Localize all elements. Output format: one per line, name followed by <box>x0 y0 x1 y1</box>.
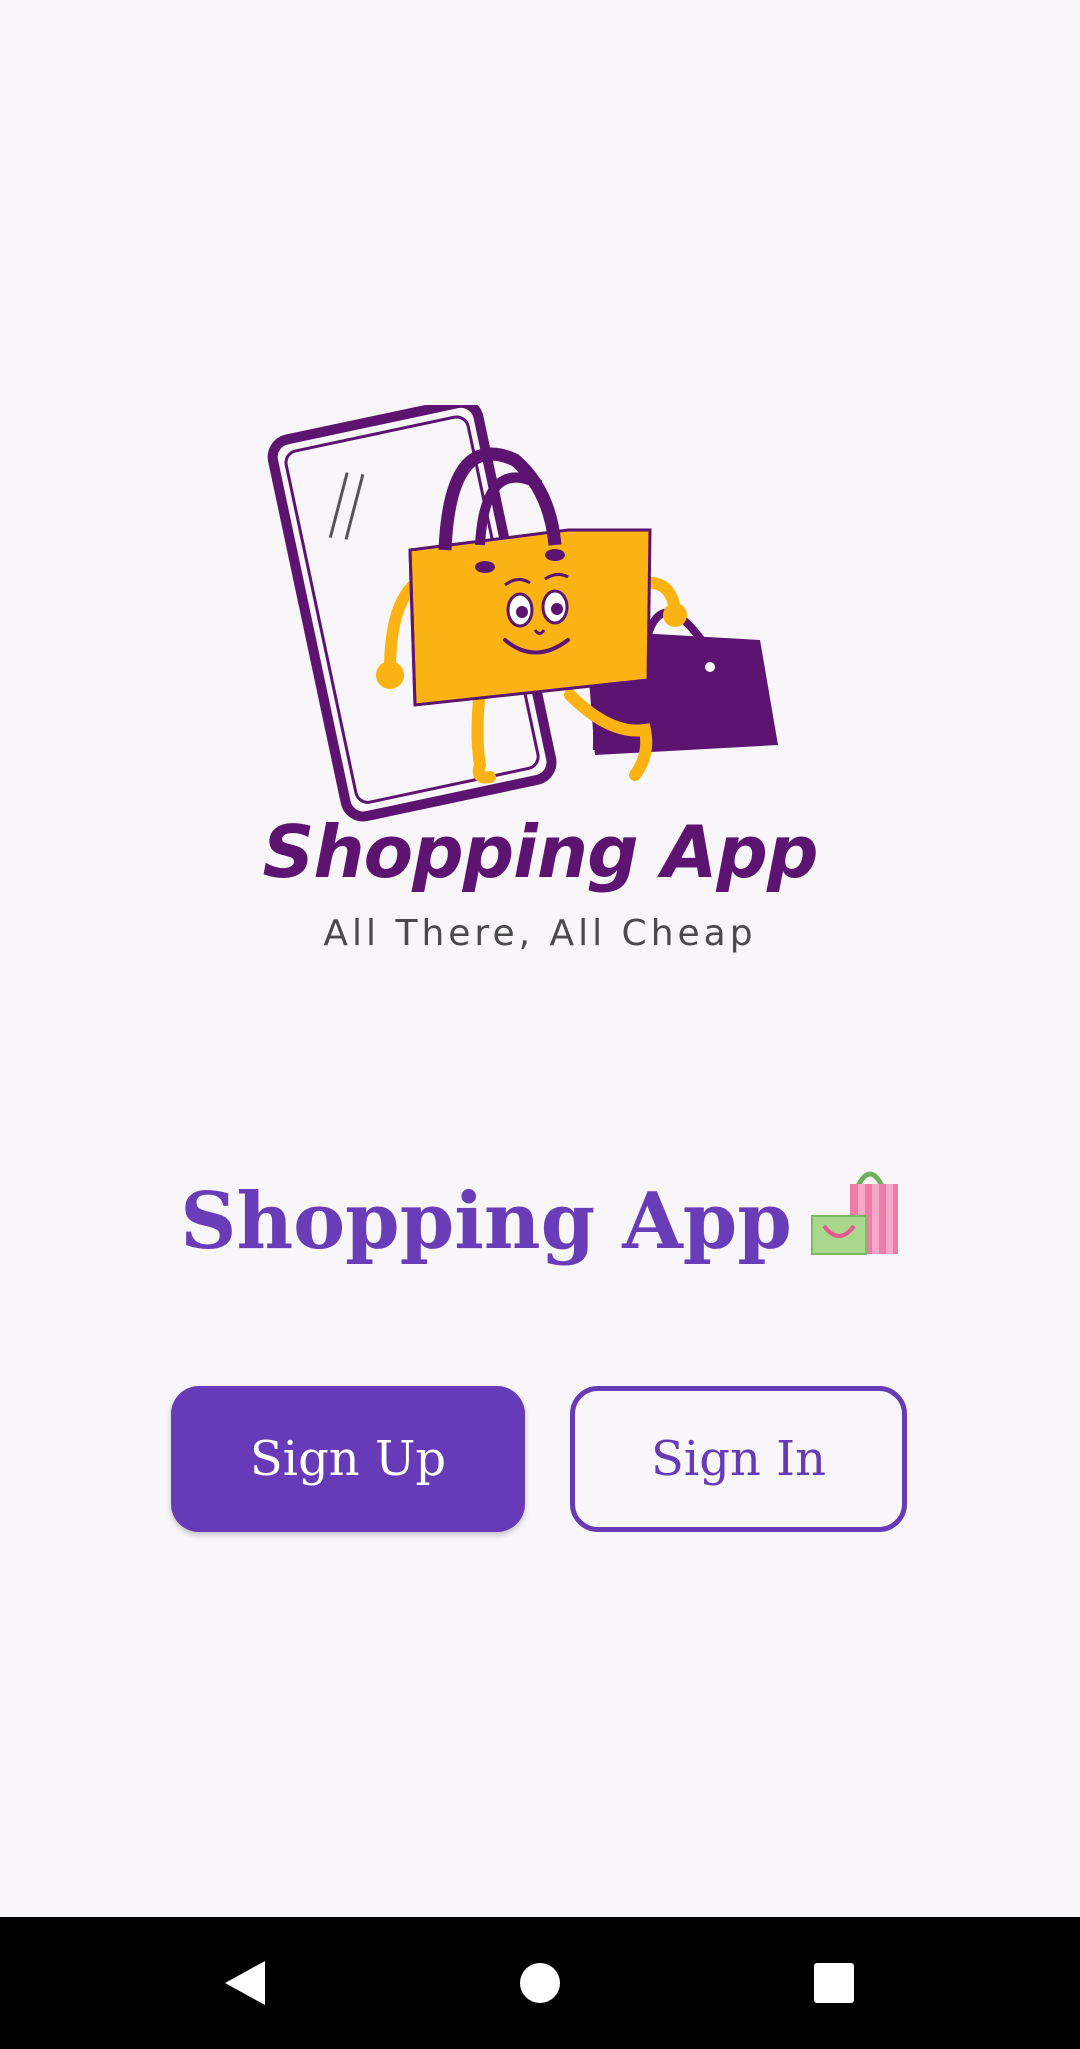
recent-apps-icon[interactable] <box>774 1917 894 2049</box>
shopping-bags-icon <box>810 1168 900 1275</box>
sign-up-button[interactable]: Sign Up <box>171 1386 525 1532</box>
system-nav-bar <box>0 1917 1080 2049</box>
home-icon[interactable] <box>480 1917 600 2049</box>
app-logo <box>250 405 830 985</box>
page-title: Shopping App <box>0 1168 1080 1275</box>
app-title-text: Shopping App <box>180 1176 792 1267</box>
logo-title: Shopping App <box>262 810 819 894</box>
logo-tagline: All There, All Cheap <box>323 913 757 954</box>
back-icon[interactable] <box>185 1917 305 2049</box>
sign-in-button[interactable]: Sign In <box>570 1386 907 1532</box>
shopping-bag-mascot-icon <box>267 405 778 822</box>
